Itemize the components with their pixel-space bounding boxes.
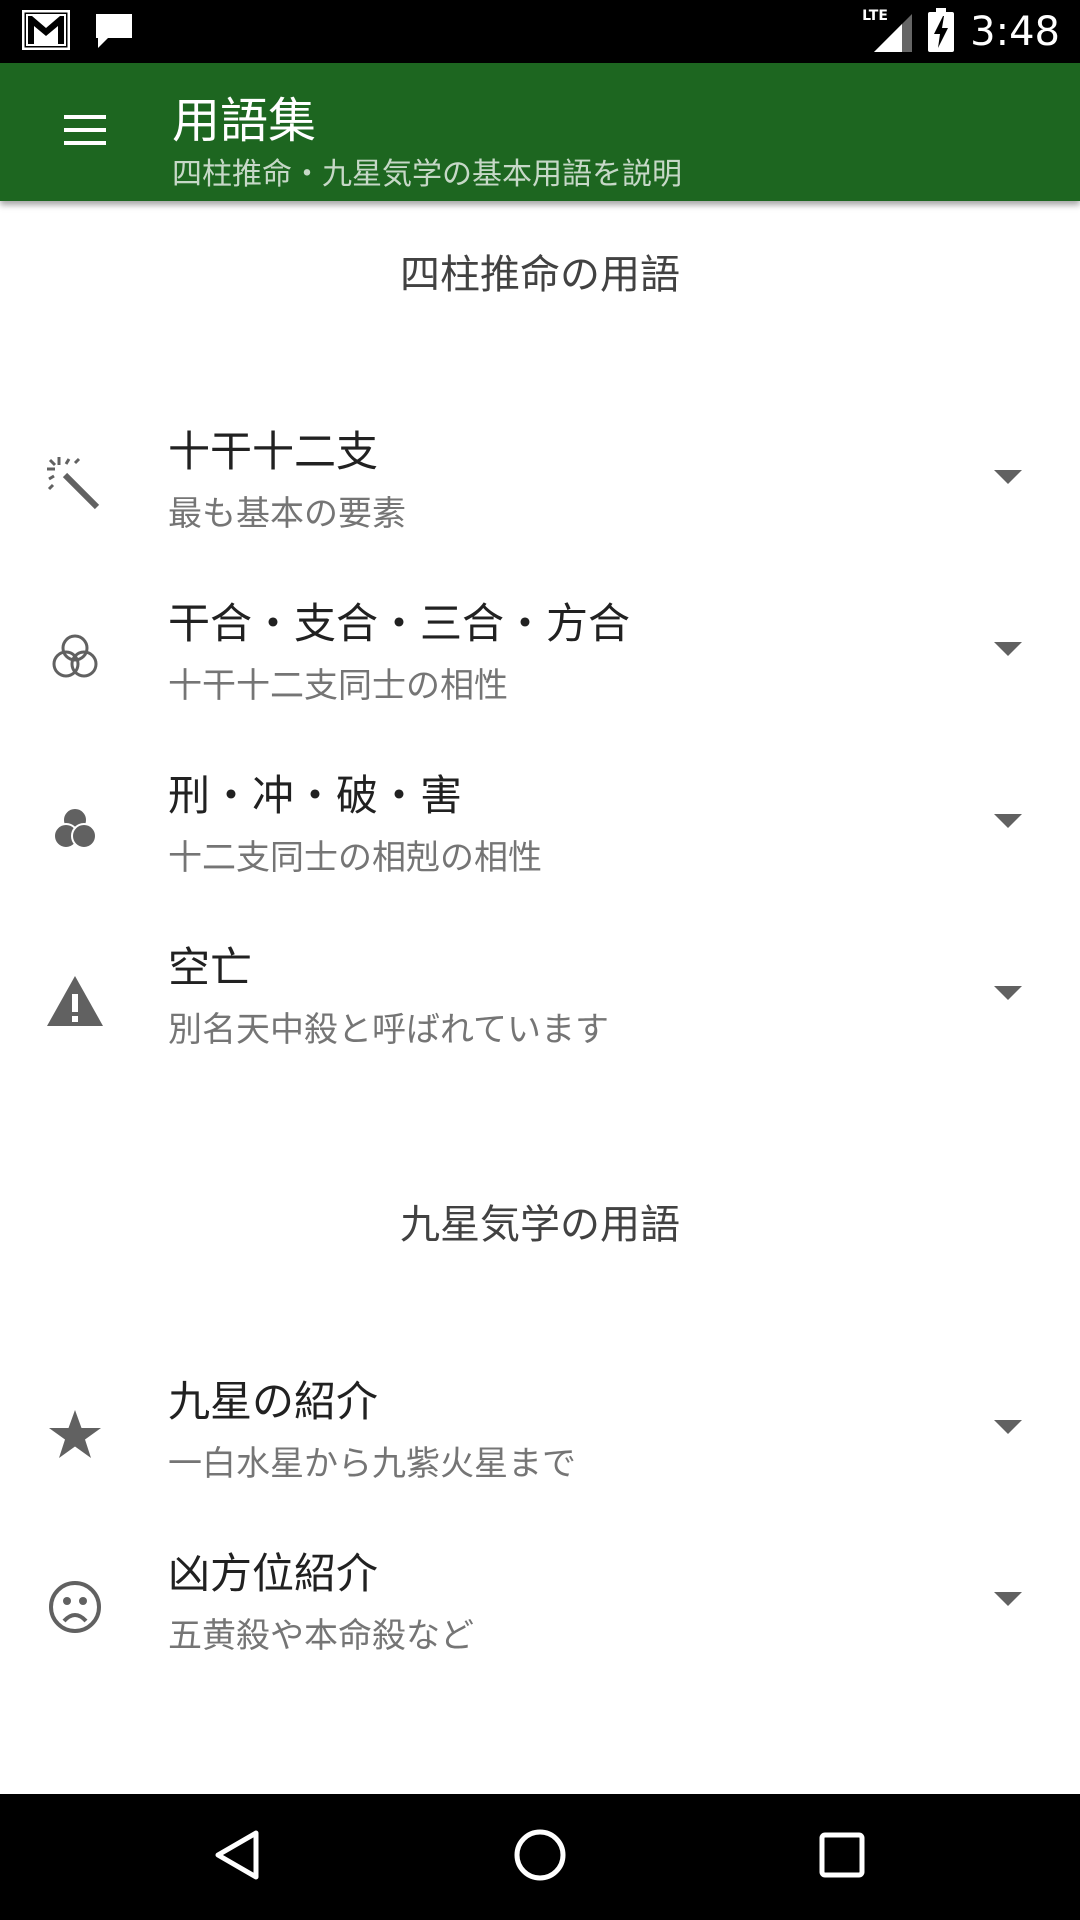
list-item-kuubou[interactable]: 空亡 別名天中殺と呼ばれています [0, 926, 1080, 1086]
list-item-kyusei-intro[interactable]: 九星の紹介 一白水星から九紫火星まで [0, 1360, 1080, 1520]
menu-button[interactable] [45, 98, 125, 166]
magic-wand-icon [40, 450, 110, 520]
list-item-kango-shigo[interactable]: 干合・支合・三合・方合 十干十二支同士の相性 [0, 582, 1080, 742]
back-button[interactable] [196, 1817, 276, 1897]
chevron-down-icon[interactable] [988, 458, 1028, 498]
three-circles-filled-icon [40, 794, 110, 864]
list-item-subtitle: 別名天中殺と呼ばれています [168, 1010, 609, 1050]
back-icon [212, 1829, 260, 1885]
list-item-subtitle: 一白水星から九紫火星まで [168, 1444, 576, 1484]
recents-icon [818, 1831, 866, 1883]
battery-charging-icon [928, 8, 955, 56]
list-item-subtitle: 最も基本の要素 [168, 494, 406, 534]
list-item-subtitle: 十干十二支同士の相性 [168, 666, 508, 706]
status-bar: LTE 3:48 [0, 0, 1080, 63]
list-item-kyouhoui-intro[interactable]: 凶方位紹介 五黄殺や本命殺など [0, 1532, 1080, 1692]
chevron-down-icon[interactable] [988, 630, 1028, 670]
chevron-down-icon[interactable] [988, 1580, 1028, 1620]
recents-button[interactable] [802, 1817, 882, 1897]
list-item-subtitle: 十二支同士の相剋の相性 [168, 838, 542, 878]
gmail-icon [21, 9, 71, 54]
message-icon [94, 10, 134, 54]
list-item-subtitle: 五黄殺や本命殺など [168, 1616, 474, 1656]
warning-icon [40, 966, 110, 1036]
chevron-down-icon[interactable] [988, 974, 1028, 1014]
network-label: LTE [862, 8, 888, 24]
list-item-title: 空亡 [168, 943, 253, 992]
section-header-shichu-suimei: 四柱推命の用語 [400, 252, 680, 298]
chevron-down-icon[interactable] [988, 802, 1028, 842]
menu-icon [64, 115, 106, 149]
home-icon [513, 1828, 567, 1886]
list-item-title: 十干十二支 [168, 427, 379, 476]
three-circles-outline-icon [40, 622, 110, 692]
navigation-bar [0, 1794, 1080, 1920]
lte-signal-icon: LTE [862, 8, 913, 52]
page-subtitle: 四柱推命・九星気学の基本用語を説明 [172, 157, 682, 192]
chevron-down-icon[interactable] [988, 1408, 1028, 1448]
section-header-kyusei-kigaku: 九星気学の用語 [400, 1202, 680, 1248]
page-title: 用語集 [172, 93, 317, 149]
list-item-title: 九星の紹介 [168, 1377, 379, 1426]
status-time: 3:48 [970, 9, 1060, 55]
home-button[interactable] [500, 1817, 580, 1897]
list-item-kei-chu-ha-gai[interactable]: 刑・冲・破・害 十二支同士の相剋の相性 [0, 754, 1080, 914]
app-bar: 用語集 四柱推命・九星気学の基本用語を説明 [0, 63, 1080, 201]
list-item-title: 刑・冲・破・害 [168, 771, 463, 820]
list-item-jikkan-juunishi[interactable]: 十干十二支 最も基本の要素 [0, 410, 1080, 570]
list-item-title: 干合・支合・三合・方合 [168, 599, 631, 648]
list-item-title: 凶方位紹介 [168, 1549, 379, 1598]
star-icon [40, 1400, 110, 1470]
sad-face-icon [40, 1572, 110, 1642]
